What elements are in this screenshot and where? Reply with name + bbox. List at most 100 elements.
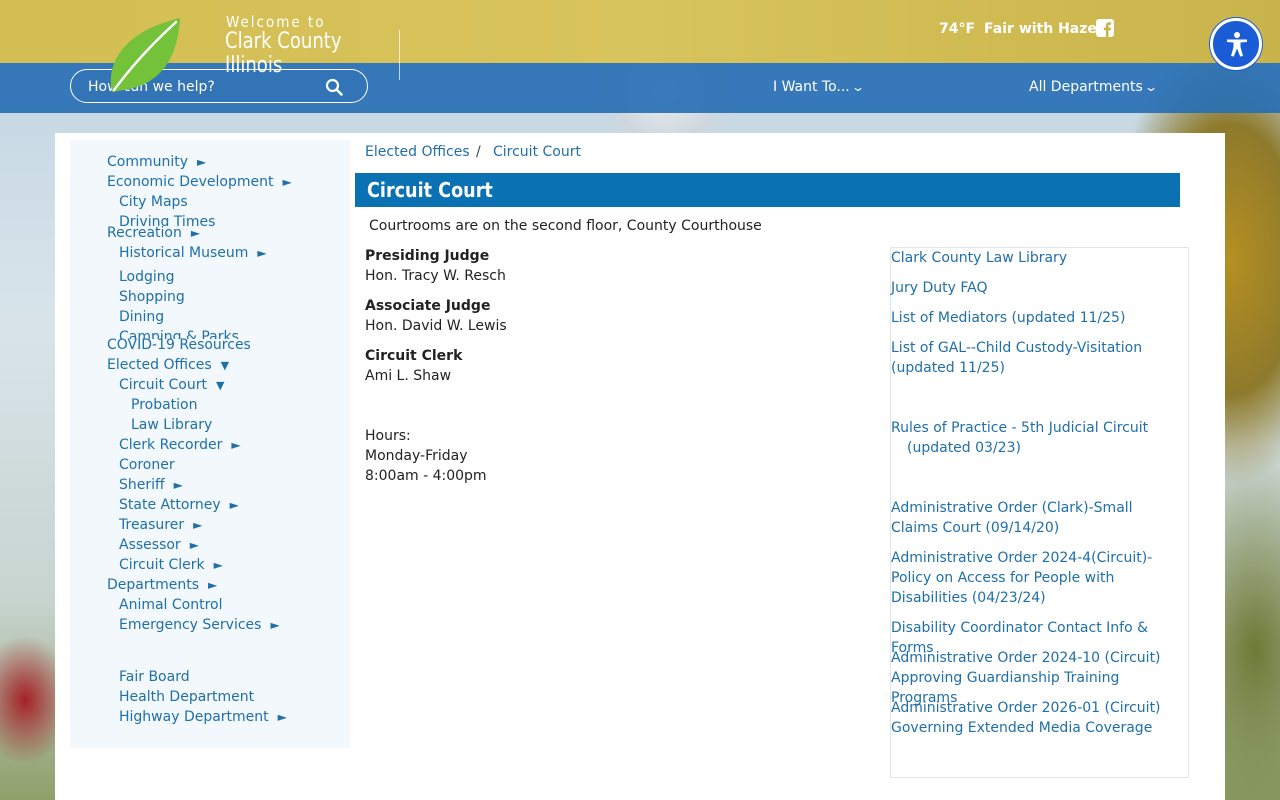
sidebar-item-label[interactable]: COVID-19 Resources <box>107 337 251 353</box>
sidebar-item-economic-development[interactable]: Economic Development ► <box>107 174 292 190</box>
sidebar-item-covid[interactable]: COVID-19 Resources <box>107 337 251 353</box>
sidebar-item-fair-board[interactable]: Fair Board <box>119 669 190 685</box>
sidebar-item-health-department[interactable]: Health Department <box>119 689 254 705</box>
header-divider <box>399 30 400 80</box>
sidebar-item-community[interactable]: Community ► <box>107 154 206 170</box>
sidebar-item-label[interactable]: Health Department <box>119 689 254 705</box>
sidebar-item-sheriff[interactable]: Sheriff ► <box>119 477 183 493</box>
sidebar-item-label[interactable]: Circuit Court <box>119 377 207 393</box>
page-title: Circuit Court <box>367 178 493 202</box>
right-arrow-icon: ► <box>208 578 218 592</box>
presiding-judge-label: Presiding Judge <box>365 248 490 264</box>
sidebar-item-label[interactable]: Circuit Clerk <box>119 557 205 573</box>
associate-judge-name: Hon. David W. Lewis <box>365 318 507 334</box>
nav-i-want-to[interactable]: I Want To...⌄ <box>773 79 865 95</box>
sidebar-item-label[interactable]: City Maps <box>119 194 188 210</box>
sidebar-item-state-attorney[interactable]: State Attorney ► <box>119 497 239 513</box>
sidebar-item-label[interactable]: Law Library <box>131 417 212 433</box>
sidebar-item-city-maps[interactable]: City Maps <box>119 194 188 210</box>
link-law-library[interactable]: Clark County Law Library <box>891 248 1186 268</box>
nav-i-want-to-label[interactable]: I Want To... <box>773 79 850 95</box>
sidebar-item-law-library[interactable]: Law Library <box>131 417 212 433</box>
sidebar-item-elected-offices[interactable]: Elected Offices ▼ <box>107 357 229 373</box>
sidebar-item-shopping[interactable]: Shopping <box>119 289 185 305</box>
breadcrumb-circuit-court[interactable]: Circuit Court <box>493 144 581 160</box>
sidebar-item-emergency-services[interactable]: Emergency Services ► <box>119 617 280 633</box>
hours-days: Monday-Friday <box>365 448 468 464</box>
right-arrow-icon: ► <box>257 246 267 260</box>
link-jury-duty-faq[interactable]: Jury Duty FAQ <box>891 278 1186 298</box>
sidebar-item-clerk-recorder[interactable]: Clerk Recorder ► <box>119 437 241 453</box>
right-arrow-icon: ► <box>277 710 287 724</box>
sidebar-item-label[interactable]: Probation <box>131 397 198 413</box>
breadcrumb-separator: / <box>476 144 481 160</box>
sidebar-item-label[interactable]: Recreation <box>107 225 182 241</box>
search-icon[interactable] <box>325 78 343 96</box>
page-title-bar: Circuit Court <box>355 173 1180 207</box>
sidebar-item-label[interactable]: Historical Museum <box>119 245 248 261</box>
link-admin-small-claims[interactable]: Administrative Order (Clark)-Small Claim… <box>891 498 1181 538</box>
weather-widget[interactable]: 74°F Fair with Haze <box>939 21 1097 37</box>
sidebar-item-label[interactable]: Community <box>107 154 188 170</box>
sidebar-item-probation[interactable]: Probation <box>131 397 198 413</box>
link-rules-of-practice[interactable]: Rules of Practice - 5th Judicial Circuit… <box>891 418 1186 458</box>
sidebar-item-label[interactable]: Treasurer <box>119 517 184 533</box>
right-arrow-icon: ► <box>229 498 239 512</box>
accessibility-icon <box>1227 32 1247 57</box>
sidebar-item-circuit-clerk[interactable]: Circuit Clerk ► <box>119 557 223 573</box>
sidebar-item-label[interactable]: Emergency Services <box>119 617 261 633</box>
breadcrumb-elected-offices[interactable]: Elected Offices <box>365 144 470 160</box>
sidebar-item-dining[interactable]: Dining <box>119 309 164 325</box>
sidebar-item-label[interactable]: Fair Board <box>119 669 190 685</box>
sidebar-item-label[interactable]: Departments <box>107 577 199 593</box>
sidebar-item-label[interactable]: Elected Offices <box>107 357 212 373</box>
sidebar-item-label[interactable]: Assessor <box>119 537 181 553</box>
sidebar-item-highway-department[interactable]: Highway Department ► <box>119 709 287 725</box>
link-mediators[interactable]: List of Mediators (updated 11/25) <box>891 308 1186 328</box>
sidebar-item-animal-control[interactable]: Animal Control <box>119 597 223 613</box>
sidebar-item-coroner[interactable]: Coroner <box>119 457 175 473</box>
sidebar-item-circuit-court[interactable]: Circuit Court ▼ <box>119 377 224 393</box>
nav-all-departments[interactable]: All Departments⌄ <box>1029 79 1158 95</box>
link-rules-line1[interactable]: Rules of Practice - 5th Judicial Circuit <box>891 418 1186 438</box>
county-name-line1[interactable]: Clark County <box>225 30 342 54</box>
accessibility-button[interactable] <box>1210 18 1262 70</box>
presiding-judge-name: Hon. Tracy W. Resch <box>365 268 506 284</box>
leaf-logo[interactable] <box>104 14 186 96</box>
sidebar-item-label[interactable]: Economic Development <box>107 174 273 190</box>
right-arrow-icon: ► <box>173 478 183 492</box>
link-admin-2026-01[interactable]: Administrative Order 2026-01 (Circuit) G… <box>891 698 1161 738</box>
associate-judge-label: Associate Judge <box>365 298 491 314</box>
sidebar-item-lodging[interactable]: Lodging <box>119 269 175 285</box>
right-arrow-icon: ► <box>270 618 280 632</box>
right-arrow-icon: ► <box>282 175 292 189</box>
link-rules-line2[interactable]: (updated 03/23) <box>891 438 1186 458</box>
sidebar-item-label[interactable]: Highway Department <box>119 709 269 725</box>
sidebar-item-label[interactable]: Dining <box>119 309 164 325</box>
right-arrow-icon: ► <box>213 558 223 572</box>
intro-text: Courtrooms are on the second floor, Coun… <box>369 218 762 234</box>
county-name-line2[interactable]: Illinois <box>225 54 342 78</box>
sidebar-item-recreation[interactable]: Recreation ► <box>107 225 200 241</box>
sidebar-item-label[interactable]: State Attorney <box>119 497 221 513</box>
sidebar-item-treasurer[interactable]: Treasurer ► <box>119 517 202 533</box>
sidebar-item-assessor[interactable]: Assessor ► <box>119 537 199 553</box>
sidebar-item-label[interactable]: Shopping <box>119 289 185 305</box>
weather-conditions: Fair with Haze <box>984 21 1097 37</box>
link-admin-2024-4[interactable]: Administrative Order 2024-4(Circuit)-Pol… <box>891 548 1186 608</box>
right-arrow-icon: ► <box>197 155 207 169</box>
link-gal-list[interactable]: List of GAL--Child Custody-Visitation (u… <box>891 338 1161 378</box>
right-arrow-icon: ► <box>231 438 241 452</box>
sidebar-item-historical-museum[interactable]: Historical Museum ► <box>119 245 267 261</box>
sidebar-item-label[interactable]: Clerk Recorder <box>119 437 222 453</box>
sidebar-item-label[interactable]: Animal Control <box>119 597 223 613</box>
sidebar-item-departments[interactable]: Departments ► <box>107 577 217 593</box>
nav-all-departments-label[interactable]: All Departments <box>1029 79 1143 95</box>
right-arrow-icon: ► <box>190 226 201 240</box>
sidebar-item-label[interactable]: Sheriff <box>119 477 165 493</box>
facebook-icon[interactable] <box>1096 19 1114 37</box>
chevron-down-icon: ⌄ <box>850 80 865 94</box>
county-name[interactable]: Clark County Illinois <box>225 30 342 78</box>
sidebar-item-label[interactable]: Coroner <box>119 457 175 473</box>
sidebar-item-label[interactable]: Lodging <box>119 269 175 285</box>
